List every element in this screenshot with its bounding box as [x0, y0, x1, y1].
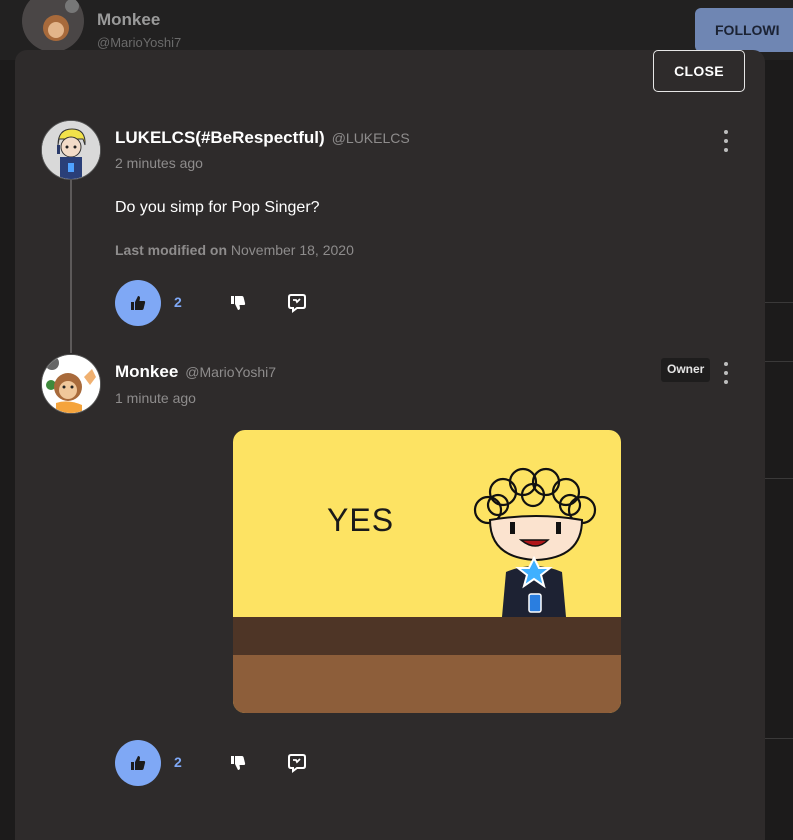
gif-character: [473, 467, 597, 617]
gif-desk-front: [233, 655, 621, 713]
like-count: 2: [174, 754, 182, 770]
author-row: Monkee @MarioYoshi7: [115, 362, 276, 382]
divider: [765, 738, 793, 739]
divider: [765, 361, 793, 362]
thumbs-down-icon: [231, 296, 246, 310]
close-button[interactable]: CLOSE: [653, 50, 745, 92]
profile-handle: @MarioYoshi7: [97, 35, 182, 50]
dislike-button[interactable]: [227, 752, 249, 774]
gif-desk: [233, 617, 621, 655]
thumbs-up-icon: [131, 756, 146, 770]
author-name[interactable]: Monkee: [115, 362, 178, 382]
dislike-button[interactable]: [227, 292, 249, 314]
avatar[interactable]: [41, 120, 101, 180]
comment-text: Do you simp for Pop Singer?: [115, 199, 320, 216]
thread-connector: [70, 178, 72, 353]
timestamp: 2 minutes ago: [115, 155, 203, 171]
comment-actions: 2: [115, 280, 355, 326]
last-modified-label: Last modified on: [115, 242, 227, 258]
like-button[interactable]: [115, 280, 161, 326]
author-row: LUKELCS(#BeRespectful) @LUKELCS: [115, 128, 410, 148]
comment-thread-modal: CLOSE LUKELCS(#BeRespectful) @LUKELCS 2 …: [15, 50, 765, 840]
following-button[interactable]: FOLLOWI: [695, 8, 793, 52]
comment-actions: 2: [115, 740, 355, 786]
more-vertical-icon[interactable]: [721, 362, 731, 384]
thumbs-down-icon: [231, 756, 246, 770]
reply-button[interactable]: [285, 751, 309, 775]
timestamp: 1 minute ago: [115, 390, 196, 406]
owner-badge: Owner: [661, 358, 711, 382]
reply-icon: [288, 294, 306, 313]
author-handle[interactable]: @LUKELCS: [332, 130, 410, 146]
gif-image[interactable]: YES: [233, 430, 621, 713]
reply-button[interactable]: [285, 291, 309, 315]
author-handle[interactable]: @MarioYoshi7: [185, 364, 276, 380]
like-button[interactable]: [115, 740, 161, 786]
profile-avatar[interactable]: [22, 0, 84, 52]
divider: [765, 302, 793, 303]
profile-name: Monkee: [97, 10, 161, 29]
like-count: 2: [174, 294, 182, 310]
divider: [765, 478, 793, 479]
gif-caption: YES: [327, 502, 395, 538]
more-vertical-icon[interactable]: [721, 130, 731, 152]
thumbs-up-icon: [131, 296, 146, 310]
author-name[interactable]: LUKELCS(#BeRespectful): [115, 128, 325, 148]
reply-icon: [288, 754, 306, 773]
last-modified-date: November 18, 2020: [230, 242, 354, 258]
avatar[interactable]: [41, 354, 101, 414]
last-modified: Last modified on November 18, 2020: [115, 242, 354, 258]
